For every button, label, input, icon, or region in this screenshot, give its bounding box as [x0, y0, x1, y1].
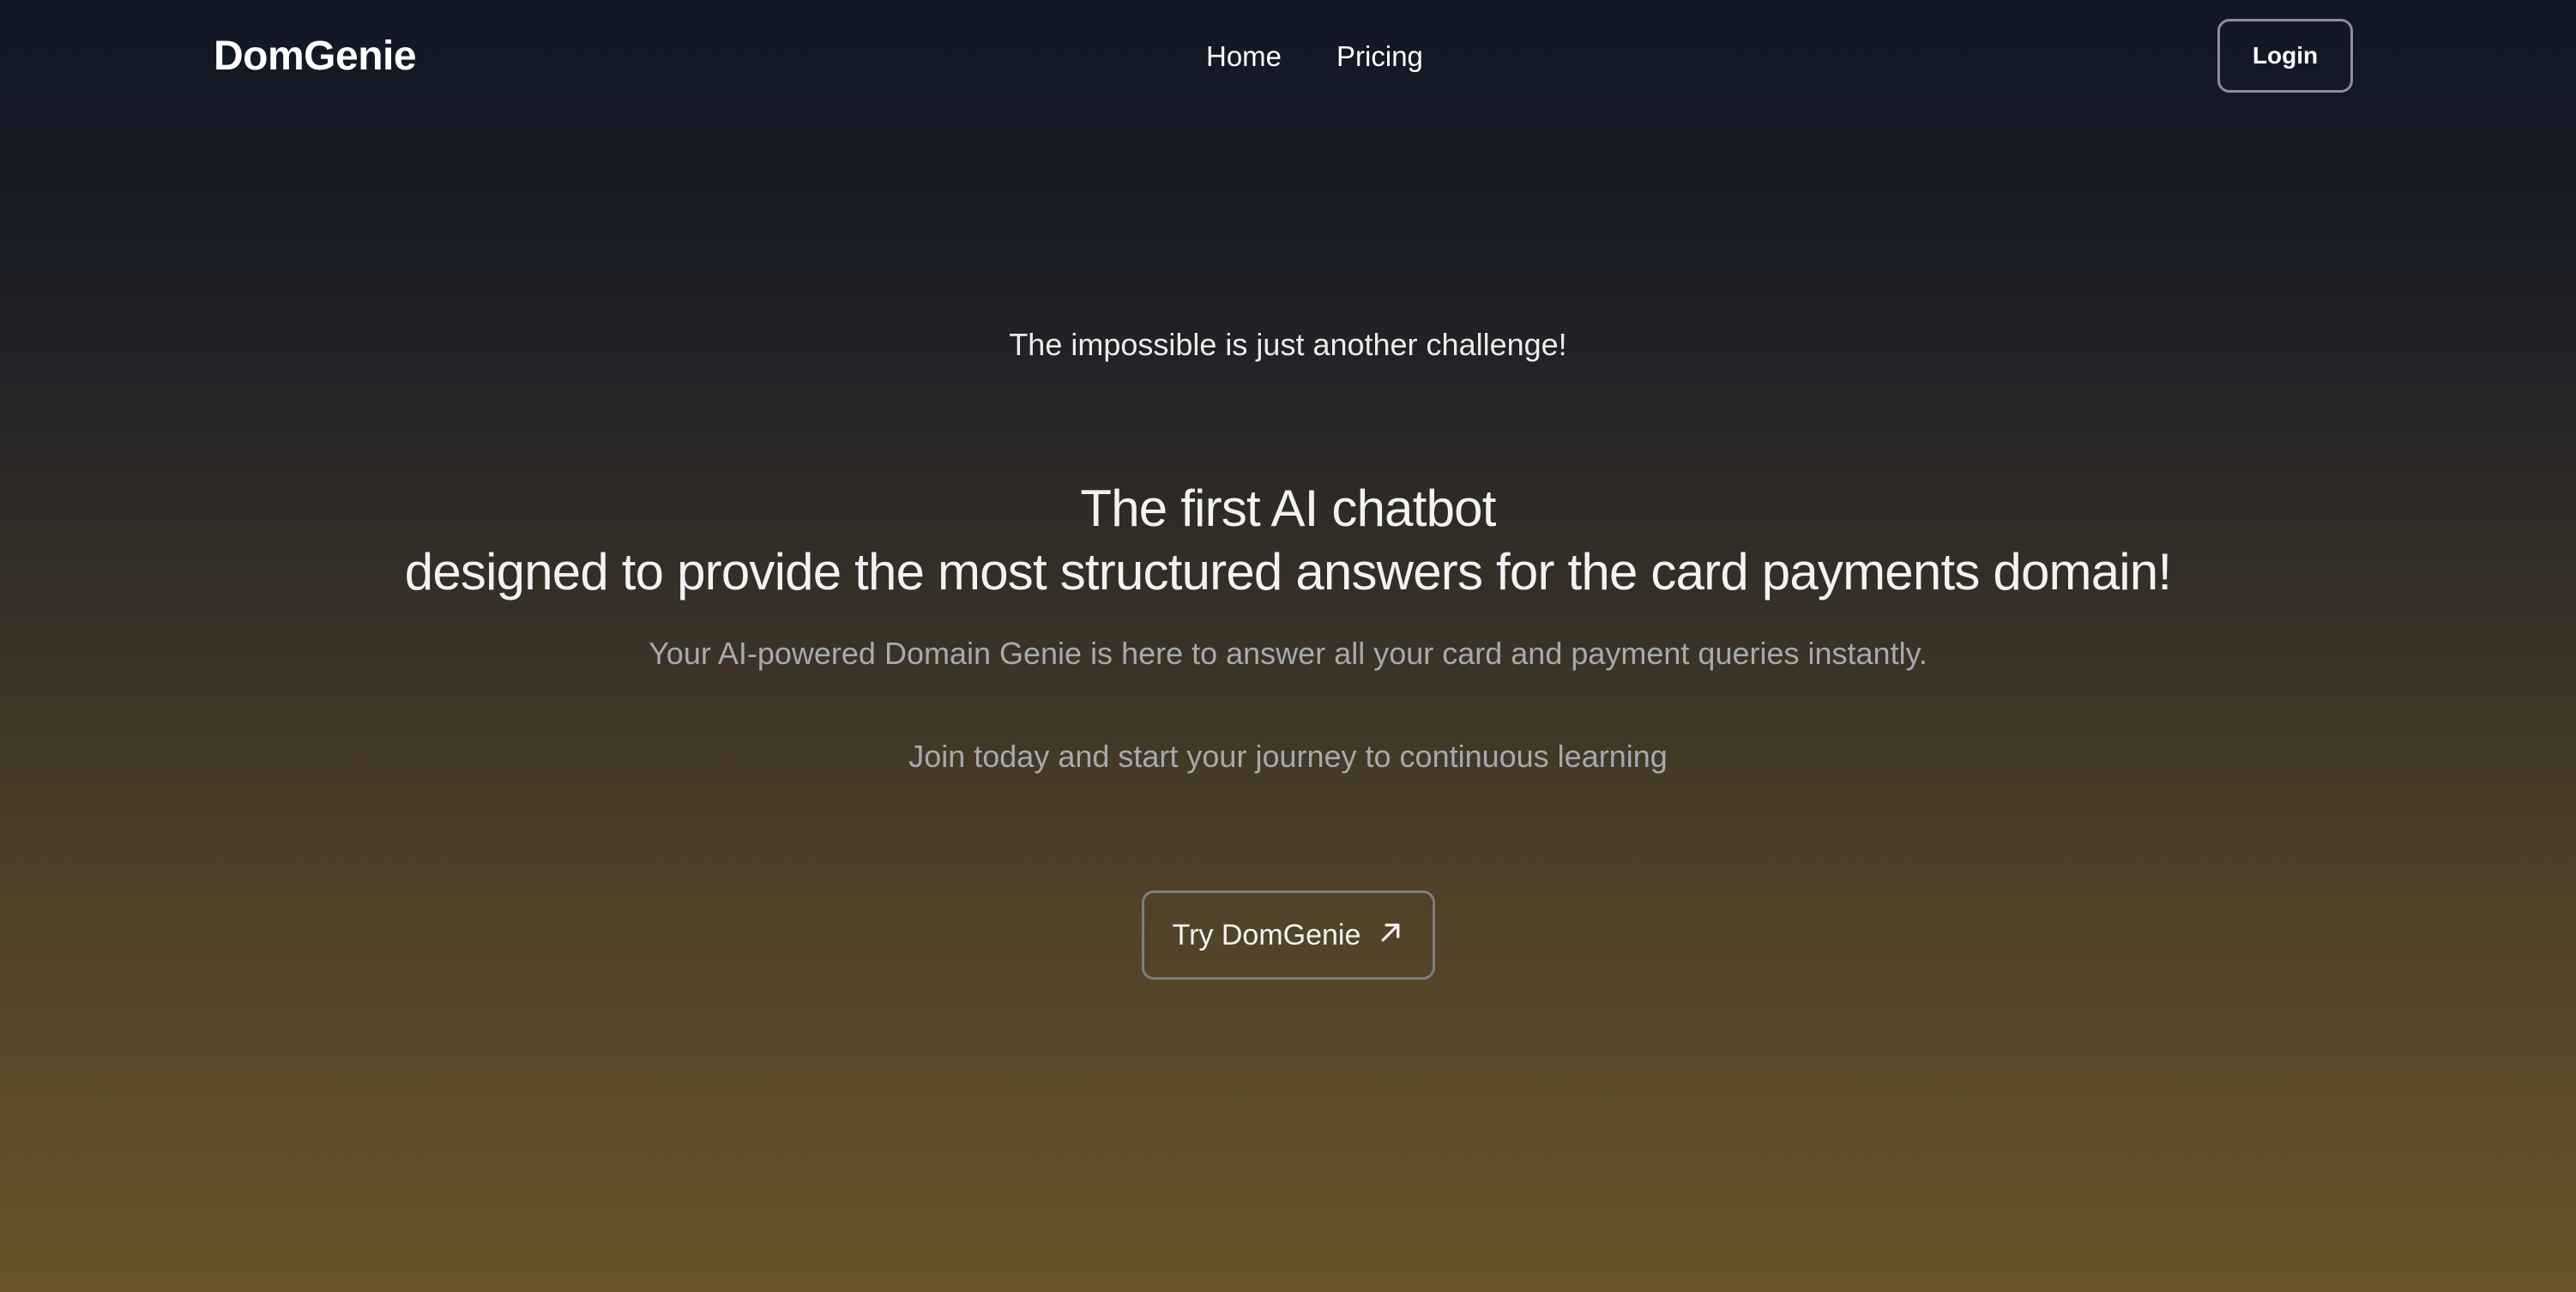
- navbar: DomGenie Home Pricing Login: [0, 0, 2576, 113]
- arrow-up-right-icon: [1382, 923, 1400, 942]
- try-domgenie-button[interactable]: Try DomGenie: [1141, 891, 1435, 980]
- headline-line-1: The first AI chatbot: [1080, 480, 1496, 537]
- cta-container: Try DomGenie: [0, 891, 2576, 980]
- nav-link-pricing[interactable]: Pricing: [1336, 38, 1423, 75]
- nav-link-home[interactable]: Home: [1206, 38, 1282, 75]
- brand-logo[interactable]: DomGenie: [214, 31, 417, 82]
- try-domgenie-label: Try DomGenie: [1172, 918, 1361, 951]
- hero-subtext: Your AI-powered Domain Genie is here to …: [649, 636, 1927, 671]
- nav-links: Home Pricing: [1206, 38, 1423, 75]
- login-button[interactable]: Login: [2217, 19, 2353, 93]
- page-title: The first AI chatbot designed to provide…: [0, 477, 2576, 604]
- join-text: Join today and start your journey to con…: [908, 739, 1668, 774]
- headline-line-2: designed to provide the most structured …: [404, 543, 2172, 601]
- tagline: The impossible is just another challenge…: [1009, 327, 1567, 362]
